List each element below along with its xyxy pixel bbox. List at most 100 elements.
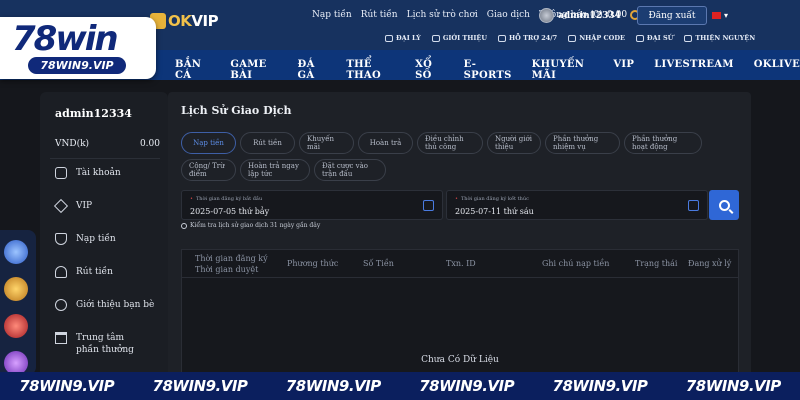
sidebar-item-label: Giới thiệu bạn bè [76, 300, 155, 310]
lucky-promo-icon[interactable] [4, 314, 28, 338]
mainnav-vip[interactable]: VIP [613, 59, 634, 81]
sidebar-item-deposit[interactable]: Nạp tiền [55, 233, 154, 266]
filter-instant-rebate[interactable]: Hoàn trả ngay lập tức [240, 159, 310, 181]
subnav-label: GIỚI THIỆU [442, 34, 488, 42]
logo-domain: 78WIN9.VIP [28, 57, 126, 74]
mainnav-promotions[interactable]: KHUYẾN MÃI [532, 59, 594, 81]
sub-nav: ĐẠI LÝ GIỚI THIỆU HỖ TRỢ 24/7 NHẬP CODE … [385, 34, 755, 42]
subnav-label: ĐẠI SỨ [646, 34, 674, 42]
balance-value: 0.00 [139, 139, 160, 149]
mainnav-livestream[interactable]: LIVESTREAM [654, 59, 734, 81]
col-register-time: Thời gian đăng ký [195, 254, 268, 263]
banner-domain: 78WIN9.VIP [419, 377, 515, 395]
mainnav-fishing[interactable]: BẮN CÁ [175, 59, 210, 81]
banner-domain: 78WIN9.VIP [552, 377, 648, 395]
topnav-deposit[interactable]: Nạp tiền [312, 10, 352, 20]
logo-wordmark: 78win [12, 19, 119, 59]
col-approve-time: Thời gian duyệt [195, 265, 259, 274]
sidebar-item-withdraw[interactable]: Rút tiền [55, 266, 154, 299]
filter-withdraw[interactable]: Rút tiền [240, 132, 295, 154]
topnav-game-history[interactable]: Lịch sử trò chơi [407, 10, 478, 20]
filter-points[interactable]: Cộng/ Trừ điểm [181, 159, 236, 181]
okvip-text-vip: VIP [191, 12, 219, 30]
search-icon [718, 199, 730, 211]
currency-label: VND(k) [55, 139, 90, 149]
sidebar-item-label: VIP [76, 201, 93, 211]
filter-mission-reward[interactable]: Phần thưởng nhiệm vụ [545, 132, 620, 154]
filter-referrer[interactable]: Người giới thiệu [487, 132, 541, 154]
page-title: Lịch Sử Giao Dịch [181, 104, 292, 117]
okvip-logo[interactable]: OKVIP [150, 12, 219, 30]
subnav-agent[interactable]: ĐẠI LÝ [385, 34, 421, 42]
support-icon [498, 34, 507, 42]
agent-icon [385, 34, 393, 42]
sidebar-balance: VND(k) 0.00 [55, 139, 160, 149]
site-logo[interactable]: 78win 78WIN9.VIP [0, 17, 156, 79]
date-range-hint: Kiểm tra lịch sử giao dịch 31 ngày gần đ… [181, 222, 320, 229]
filter-match-bet[interactable]: Đặt cược vào trận đấu [314, 159, 386, 181]
search-button[interactable] [709, 190, 739, 220]
mainnav-oklive[interactable]: OKLIVE [754, 59, 800, 81]
hint-text: Kiểm tra lịch sử giao dịch 31 ngày gần đ… [190, 222, 321, 229]
logout-button[interactable]: Đăng xuất [637, 6, 707, 25]
banner-domain: 78WIN9.VIP [19, 377, 115, 395]
col-txn-id: Txn. ID [446, 259, 476, 268]
medal-promo-icon[interactable] [4, 277, 28, 301]
topnav-transactions[interactable]: Giao dịch [487, 10, 530, 20]
col-status: Trạng thái [635, 259, 678, 268]
col-processing: Đang xử lý [688, 259, 732, 268]
subnav-label: NHẬP CODE [579, 34, 625, 42]
empty-state: Chưa Có Dữ Liệu [421, 355, 499, 365]
sidebar-item-rewards[interactable]: Trung tâm phần thưởng [55, 332, 154, 365]
okvip-text-ok: OK [168, 12, 192, 30]
mainnav-lottery[interactable]: XỔ SỐ [415, 59, 444, 81]
end-date-label: Thời gian đăng ký kết thúc [455, 196, 529, 202]
withdraw-icon [55, 266, 67, 278]
subnav-intro[interactable]: GIỚI THIỆU [431, 34, 488, 42]
banner-domain: 78WIN9.VIP [152, 377, 248, 395]
filter-tabs: Nạp tiền Rút tiền Khuyến mãi Hoàn trả Đi… [181, 132, 741, 181]
intro-icon [431, 34, 440, 42]
filter-manual-adjust[interactable]: Điều chỉnh thủ công [417, 132, 483, 154]
user-icon [55, 167, 67, 179]
domain-banner: 78WIN9.VIP 78WIN9.VIP 78WIN9.VIP 78WIN9.… [0, 372, 800, 400]
mainnav-esports[interactable]: E-SPORTS [464, 59, 512, 81]
sidebar-item-label: Trung tâm phần thưởng [76, 333, 134, 355]
mainnav-cockfight[interactable]: ĐÁ GÀ [298, 59, 327, 81]
sidebar-item-account[interactable]: Tài khoản [55, 167, 154, 200]
start-date-field[interactable]: Thời gian đăng ký bắt đầu 2025-07-05 thứ… [181, 190, 443, 220]
subnav-label: HỖ TRỢ 24/7 [509, 34, 558, 42]
col-amount: Số Tiền [363, 259, 394, 268]
subnav-charity[interactable]: THIỆN NGUYỆN [684, 34, 755, 42]
filter-deposit[interactable]: Nạp tiền [181, 132, 236, 154]
calendar-icon[interactable] [688, 200, 699, 211]
ambassador-icon [635, 34, 644, 42]
subnav-support[interactable]: HỖ TRỢ 24/7 [498, 34, 557, 42]
mainnav-sports[interactable]: THỂ THAO [346, 59, 395, 81]
transaction-history-panel: Lịch Sử Giao Dịch Nạp tiền Rút tiền Khuy… [168, 92, 751, 382]
subnav-label: ĐẠI LÝ [396, 34, 421, 42]
mainnav-card-games[interactable]: GAME BÀI [230, 59, 277, 81]
sidebar-item-vip[interactable]: VIP [53, 198, 154, 233]
start-date-label: Thời gian đăng ký bắt đầu [190, 196, 262, 202]
banner-domain: 78WIN9.VIP [285, 377, 381, 395]
end-date-field[interactable]: Thời gian đăng ký kết thúc 2025-07-11 th… [446, 190, 708, 220]
filter-rebate[interactable]: Hoàn trả [358, 132, 413, 154]
col-method: Phương thức [287, 259, 339, 268]
topnav-withdraw[interactable]: Rút tiền [361, 10, 398, 20]
subnav-code[interactable]: NHẬP CODE [568, 34, 625, 42]
header-balance-value: 0.00 [607, 10, 628, 20]
sidebar-item-referral[interactable]: Giới thiệu bạn bè [55, 299, 154, 332]
subnav-ambassador[interactable]: ĐẠI SỨ [635, 34, 674, 42]
language-selector[interactable]: ▾ [712, 11, 728, 20]
filter-promotion[interactable]: Khuyến mãi [299, 132, 354, 154]
filter-activity-reward[interactable]: Phần thưởng hoạt động [624, 132, 702, 154]
sidebar-item-label: Tài khoản [76, 168, 121, 178]
transactions-table: Thời gian đăng ký Thời gian duyệt Phương… [181, 249, 739, 382]
sidebar-item-label: Rút tiền [76, 267, 113, 277]
calendar-icon[interactable] [423, 200, 434, 211]
code-icon [568, 34, 577, 42]
calendar-promo-icon[interactable] [4, 240, 28, 264]
chevron-down-icon: ▾ [724, 11, 729, 20]
deposit-icon [55, 233, 67, 245]
